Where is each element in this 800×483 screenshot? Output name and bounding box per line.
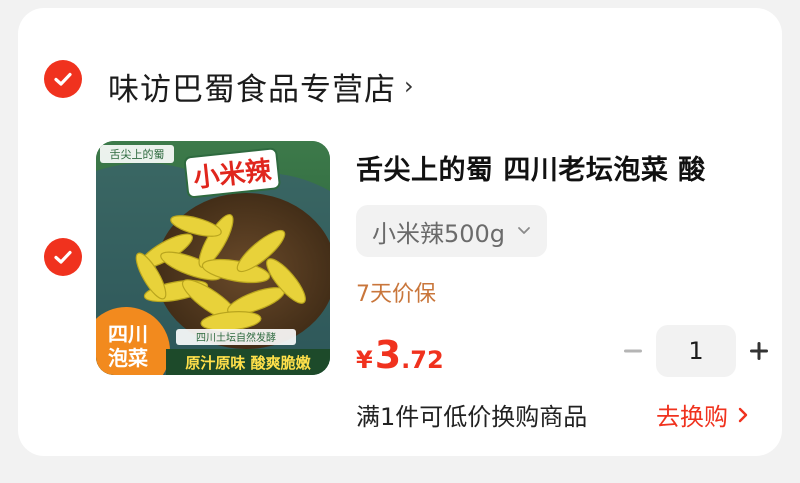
decrease-button[interactable] [616,324,650,378]
quantity-stepper: 1 [616,324,776,378]
item-select-checkbox[interactable] [44,238,82,276]
shop-select-checkbox[interactable] [44,60,82,98]
price-decimal: .72 [401,346,444,374]
chevron-right-icon: › [404,72,414,100]
swap-link[interactable]: 去换购 [656,397,748,432]
promo-text: 满1件可低价换购商品 [356,403,588,431]
variant-selector[interactable]: 小米辣500g [356,205,548,257]
brand-label: 舌尖上的蜀 [110,147,165,161]
check-circle-icon [54,72,72,86]
chevron-down-icon [517,224,531,238]
cart-store-card: 味访巴蜀食品专营店 › 舌尖上的蜀 小米辣 四川 泡菜 四川土坛自然发酵 原汁原… [18,8,782,456]
corner-line1: 四川 [108,322,148,346]
chevron-right-icon [738,407,748,423]
tagline: 四川土坛自然发酵 [196,331,276,344]
check-circle-icon [54,250,72,264]
price-integer: 3 [374,333,402,377]
product-photo: 舌尖上的蜀 小米辣 四川 泡菜 四川土坛自然发酵 原汁原味 酸爽脆嫩 [96,141,330,375]
shop-header[interactable]: 味访巴蜀食品专营店 › [108,63,414,109]
slogan: 原汁原味 酸爽脆嫩 [185,354,311,372]
swap-link-label: 去换购 [656,403,728,431]
currency-symbol: ¥ [356,346,373,374]
product-image[interactable]: 舌尖上的蜀 小米辣 四川 泡菜 四川土坛自然发酵 原汁原味 酸爽脆嫩 [96,141,330,375]
plus-icon [750,342,768,360]
quantity-input[interactable]: 1 [656,325,736,377]
variant-label: 小米辣500g [372,219,506,248]
product-title[interactable]: 舌尖上的蜀 四川老坛泡菜 酸 [356,148,756,187]
corner-line2: 泡菜 [108,346,148,370]
increase-button[interactable] [742,324,776,378]
shop-name: 味访巴蜀食品专营店 [108,71,396,108]
minus-icon [624,349,642,353]
price: ¥ 3 .72 [356,333,444,377]
price-guarantee-tag: 7天价保 [356,282,436,307]
